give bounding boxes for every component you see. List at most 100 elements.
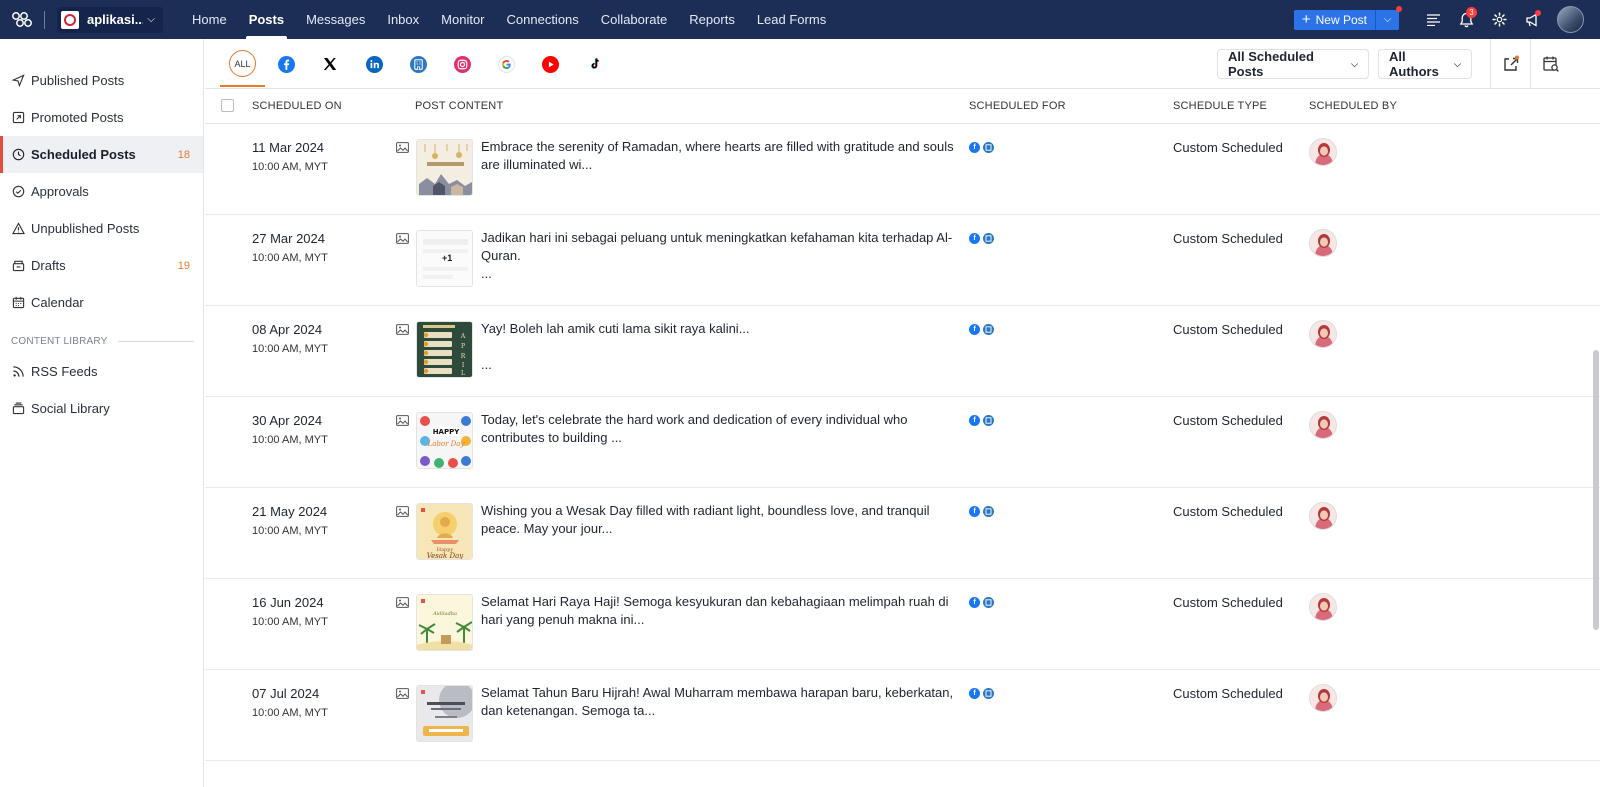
scheduled-for-networks: f bbox=[969, 142, 994, 153]
sidebar-item-scheduled-posts[interactable]: Scheduled Posts 18 bbox=[0, 136, 203, 173]
nav-collaborate[interactable]: Collaborate bbox=[590, 0, 679, 39]
nav-messages[interactable]: Messages bbox=[295, 0, 376, 39]
nav-home[interactable]: Home bbox=[181, 0, 238, 39]
schedule-type: Custom Scheduled bbox=[1173, 504, 1283, 519]
table-header: SCHEDULED ON POST CONTENT SCHEDULED FOR … bbox=[205, 89, 1600, 124]
post-content-text[interactable]: Jadikan hari ini sebagai peluang untuk m… bbox=[481, 229, 956, 283]
google-icon[interactable] bbox=[494, 52, 518, 76]
calendar-search-icon[interactable] bbox=[1530, 39, 1570, 89]
post-thumbnail[interactable]: +1 bbox=[416, 230, 473, 287]
post-thumbnail[interactable]: APRIL bbox=[416, 321, 473, 378]
facebook-icon: f bbox=[969, 415, 980, 426]
table-row[interactable]: 08 Apr 2024 10:00 AM, MYT A P R I L Yay! Boleh … bbox=[205, 306, 1600, 397]
nav-posts[interactable]: Posts bbox=[238, 0, 295, 39]
linkedin-icon[interactable] bbox=[362, 52, 386, 76]
nav-inbox[interactable]: Inbox bbox=[376, 0, 430, 39]
table-row[interactable]: 16 Jun 2024 10:00 AM, MYT Aidiladha Selamat… bbox=[205, 579, 1600, 670]
author-avatar[interactable] bbox=[1309, 411, 1337, 439]
google-business-icon bbox=[983, 142, 994, 153]
author-avatar[interactable] bbox=[1309, 502, 1337, 530]
new-post-button[interactable]: + New Post bbox=[1293, 9, 1375, 30]
post-thumbnail[interactable]: Happy Vesak Day bbox=[416, 503, 473, 560]
nav-reports[interactable]: Reports bbox=[678, 0, 746, 39]
post-thumbnail[interactable]: Aidiladha bbox=[416, 594, 473, 651]
scheduled-date: 27 Mar 2024 bbox=[252, 231, 325, 246]
sidebar-item-approvals[interactable]: Approvals bbox=[0, 173, 203, 210]
post-content-text[interactable]: Yay! Boleh lah amik cuti lama sikit raya… bbox=[481, 320, 956, 374]
facebook-icon: f bbox=[969, 688, 980, 699]
announcement-icon[interactable] bbox=[1516, 0, 1549, 39]
bell-icon[interactable]: 3 bbox=[1450, 0, 1483, 39]
nav-lead-forms[interactable]: Lead Forms bbox=[746, 0, 837, 39]
table-row[interactable]: 27 Mar 2024 10:00 AM, MYT +1 Jadikan hari i… bbox=[205, 215, 1600, 306]
scheduled-date: 16 Jun 2024 bbox=[252, 595, 324, 610]
post-thumbnail[interactable]: HAPPY Labor Day bbox=[416, 412, 473, 469]
nav-connections[interactable]: Connections bbox=[496, 0, 590, 39]
table-row[interactable]: 30 Apr 2024 10:00 AM, MYT HAPPY Labor Day To… bbox=[205, 397, 1600, 488]
authors-filter-dropdown[interactable]: All Authors ⌵ bbox=[1378, 49, 1472, 79]
sidebar-item-social-library[interactable]: Social Library bbox=[0, 390, 203, 427]
table-row[interactable]: 21 May 2024 10:00 AM, MYT Happy Vesak Day Wi… bbox=[205, 488, 1600, 579]
schedule-type: Custom Scheduled bbox=[1173, 595, 1283, 610]
schedule-type: Custom Scheduled bbox=[1173, 140, 1283, 155]
post-content-text[interactable]: Embrace the serenity of Ramadan, where h… bbox=[481, 138, 956, 174]
sidebar-item-label: Social Library bbox=[31, 401, 110, 416]
author-avatar[interactable] bbox=[1309, 229, 1337, 257]
new-post-button-group: + New Post ⌵ bbox=[1293, 5, 1402, 30]
scrollbar[interactable] bbox=[1593, 350, 1599, 630]
table-row[interactable]: 11 Mar 2024 10:00 AM, MYT Embrace the sere… bbox=[205, 124, 1600, 215]
sidebar-item-unpublished-posts[interactable]: Unpublished Posts bbox=[0, 210, 203, 247]
scheduled-date: 30 Apr 2024 bbox=[252, 413, 323, 428]
main-nav: Home Posts Messages Inbox Monitor Connections… bbox=[181, 0, 837, 39]
sidebar-item-promoted-posts[interactable]: Promoted Posts bbox=[0, 99, 203, 136]
app-switcher-icon[interactable] bbox=[0, 0, 44, 39]
svg-text:A: A bbox=[460, 333, 466, 340]
post-content-text[interactable]: Selamat Tahun Baru Hijrah! Awal Muharram… bbox=[481, 684, 956, 720]
post-thumbnail[interactable] bbox=[416, 685, 473, 742]
author-avatar[interactable] bbox=[1309, 593, 1337, 621]
x-twitter-icon[interactable] bbox=[318, 52, 342, 76]
header-scheduled-on[interactable]: SCHEDULED ON bbox=[252, 100, 342, 112]
sidebar-item-count: 19 bbox=[177, 259, 190, 272]
post-content-text[interactable]: Selamat Hari Raya Haji! Semoga kesyukura… bbox=[481, 593, 956, 629]
author-avatar[interactable] bbox=[1309, 684, 1337, 712]
menu-lines-icon[interactable] bbox=[1417, 0, 1450, 39]
sidebar-item-drafts[interactable]: Drafts 19 bbox=[0, 247, 203, 284]
instagram-icon[interactable] bbox=[450, 52, 474, 76]
sidebar-item-published-posts[interactable]: Published Posts bbox=[0, 62, 203, 99]
post-content-text[interactable]: Wishing you a Wesak Day filled with radi… bbox=[481, 502, 956, 538]
facebook-icon: f bbox=[969, 597, 980, 608]
divider bbox=[44, 10, 45, 29]
nav-monitor[interactable]: Monitor bbox=[430, 0, 495, 39]
facebook-icon[interactable] bbox=[274, 52, 298, 76]
youtube-icon[interactable] bbox=[538, 52, 562, 76]
table-row[interactable]: 07 Jul 2024 10:00 AM, MYT Selamat Tahun Ba… bbox=[205, 670, 1600, 761]
scheduled-posts-filter-dropdown[interactable]: All Scheduled Posts ⌵ bbox=[1217, 49, 1369, 79]
schedule-type: Custom Scheduled bbox=[1173, 413, 1283, 428]
header-scheduled-by: SCHEDULED BY bbox=[1309, 100, 1397, 112]
drafts-icon bbox=[11, 259, 25, 273]
sidebar-item-rss-feeds[interactable]: RSS Feeds bbox=[0, 353, 203, 390]
select-all-checkbox[interactable] bbox=[221, 99, 234, 112]
user-avatar[interactable] bbox=[1557, 6, 1584, 33]
post-content-text[interactable]: Today, let's celebrate the hard work and… bbox=[481, 411, 956, 447]
google-business-icon bbox=[983, 233, 994, 244]
gear-icon[interactable] bbox=[1483, 0, 1516, 39]
google-business-icon[interactable] bbox=[406, 52, 430, 76]
new-post-dropdown[interactable]: ⌵ bbox=[1375, 5, 1402, 30]
scheduled-for-networks: f bbox=[969, 597, 994, 608]
export-icon[interactable] bbox=[1490, 39, 1530, 89]
scheduled-for-networks: f bbox=[969, 233, 994, 244]
brand-switcher[interactable]: aplikasi... ⌵ bbox=[57, 6, 163, 33]
filter-all-networks[interactable]: ALL bbox=[220, 50, 265, 87]
author-avatar[interactable] bbox=[1309, 138, 1337, 166]
brand-logo bbox=[61, 10, 79, 29]
svg-text:P: P bbox=[461, 343, 465, 350]
sidebar-item-calendar[interactable]: Calendar bbox=[0, 284, 203, 321]
post-thumbnail[interactable] bbox=[416, 139, 473, 196]
topbar-actions: + New Post ⌵ 3 bbox=[1293, 0, 1600, 39]
svg-text:L: L bbox=[461, 370, 465, 377]
tiktok-icon[interactable] bbox=[583, 52, 607, 76]
google-business-icon bbox=[983, 688, 994, 699]
author-avatar[interactable] bbox=[1309, 320, 1337, 348]
